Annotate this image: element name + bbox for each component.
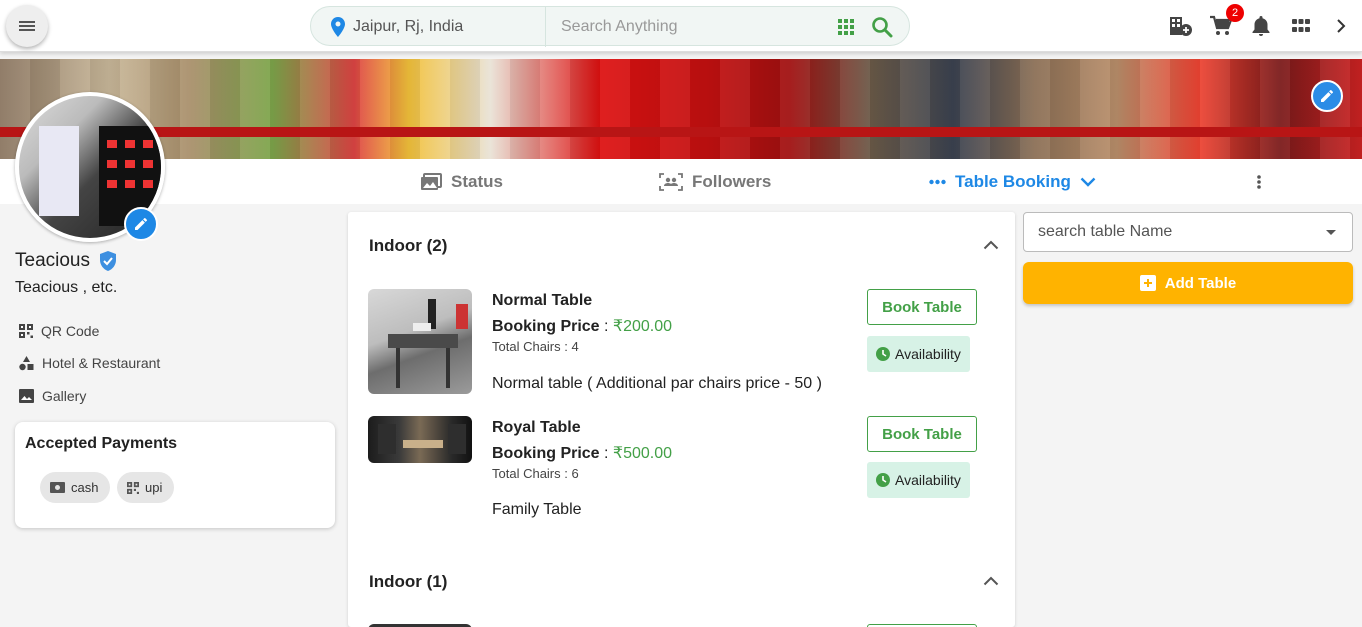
table-name: Royal Table [492, 419, 581, 436]
building-add-icon [1170, 17, 1192, 36]
header-actions: 2 [1168, 0, 1354, 52]
search-icon[interactable] [871, 16, 893, 38]
table-list-panel: Indoor (2) Normal Table Booking Price : … [348, 212, 1015, 627]
pencil-icon [135, 217, 148, 230]
dropdown-caret-icon [1326, 230, 1336, 235]
followers-icon [659, 172, 683, 191]
category-icon [19, 355, 34, 370]
table-description: Family Table [492, 501, 582, 518]
price-amount: ₹500.00 [612, 445, 673, 462]
table-image [368, 416, 472, 463]
hamburger-icon [19, 19, 35, 33]
search-input[interactable] [561, 17, 821, 37]
profile-tabs: Status Followers Table Booking [0, 159, 1362, 204]
availability-label: Availability [895, 472, 961, 488]
more-options-icon[interactable] [1255, 173, 1263, 191]
apps-grid-icon[interactable] [838, 19, 854, 35]
section-title: Indoor (1) [369, 572, 448, 591]
add-business-button[interactable] [1168, 13, 1194, 39]
search-bar: Jaipur, Rj, India [310, 6, 910, 47]
accepted-payments-card: Accepted Payments cash upi [15, 422, 335, 528]
book-table-button[interactable]: Book Table [867, 289, 977, 325]
payment-chip-upi: upi [117, 472, 175, 503]
table-name: Normal Table [492, 292, 593, 309]
verified-icon [100, 251, 116, 271]
payment-chip-label: upi [145, 480, 163, 495]
availability-button[interactable]: Availability [867, 462, 970, 498]
tab-followers-label: Followers [692, 171, 772, 191]
add-table-button[interactable]: Add Table [1023, 262, 1353, 304]
payment-chip-label: cash [71, 480, 99, 495]
bell-icon [1252, 16, 1270, 36]
cart-button[interactable]: 2 [1208, 4, 1244, 39]
price-amount: ₹200.00 [612, 318, 673, 335]
tab-followers[interactable]: Followers [659, 159, 771, 204]
table-image [368, 289, 472, 394]
business-name-row: Teacious [15, 250, 118, 272]
sidebar-item-gallery[interactable]: Gallery [19, 387, 86, 405]
edit-cover-button[interactable] [1311, 80, 1343, 112]
cash-icon [50, 482, 65, 493]
cover-image [0, 59, 1362, 159]
accepted-payments-title: Accepted Payments [25, 435, 178, 452]
sidebar-item-qr-code[interactable]: QR Code [19, 322, 99, 340]
qr-icon [19, 324, 33, 338]
business-name: Teacious [15, 250, 90, 271]
add-table-label: Add Table [1164, 274, 1237, 292]
chevron-up-icon[interactable] [983, 576, 999, 586]
cart-badge: 2 [1226, 4, 1244, 22]
payment-chip-cash: cash [40, 472, 111, 503]
booking-price: Booking Price : ₹200.00 [492, 318, 673, 335]
tab-status[interactable]: Status [420, 159, 503, 204]
business-subtitle: Teacious , etc. [15, 279, 118, 296]
qr-icon [127, 481, 139, 494]
tab-status-label: Status [451, 171, 503, 191]
chevron-right-icon [1337, 19, 1346, 33]
chevron-up-icon[interactable] [983, 240, 999, 250]
add-box-icon [1139, 275, 1156, 291]
apps-button[interactable] [1288, 13, 1314, 39]
booking-price: Booking Price : ₹500.00 [492, 445, 673, 462]
clock-icon [876, 347, 891, 361]
location-selector[interactable]: Jaipur, Rj, India [331, 7, 463, 47]
sidebar-item-hotel-restaurant[interactable]: Hotel & Restaurant [19, 354, 160, 372]
status-icon [421, 172, 442, 190]
search-divider [545, 7, 546, 47]
expand-button[interactable] [1328, 13, 1354, 39]
chevron-down-icon [1080, 177, 1096, 187]
availability-button[interactable]: Availability [867, 336, 970, 372]
section-title: Indoor (2) [369, 236, 448, 255]
tab-table-booking[interactable]: Table Booking [929, 159, 1096, 204]
dots-icon [929, 179, 946, 184]
availability-label: Availability [895, 346, 961, 362]
tab-table-booking-label: Table Booking [955, 171, 1071, 191]
image-icon [19, 389, 34, 403]
location-text: Jaipur, Rj, India [353, 18, 464, 35]
pencil-icon [1321, 89, 1334, 102]
sidebar-item-label: Hotel & Restaurant [42, 355, 161, 371]
notifications-button[interactable] [1248, 13, 1274, 39]
menu-button[interactable] [6, 5, 48, 47]
total-chairs: Total Chairs : 6 [492, 466, 579, 481]
sidebar-item-label: Gallery [42, 388, 87, 404]
location-pin-icon [331, 17, 345, 37]
table-search-placeholder: search table Name [1038, 223, 1173, 240]
book-table-button[interactable]: Book Table [867, 416, 977, 452]
apps-icon [1292, 19, 1310, 32]
total-chairs: Total Chairs : 4 [492, 339, 579, 354]
top-bar: Jaipur, Rj, India 2 [0, 0, 1362, 52]
table-name-search-select[interactable]: search table Name [1023, 212, 1353, 252]
clock-icon [876, 473, 891, 487]
sidebar-item-label: QR Code [41, 323, 100, 339]
table-description: Normal table ( Additional par chairs pri… [492, 375, 822, 392]
edit-avatar-button[interactable] [124, 207, 158, 241]
